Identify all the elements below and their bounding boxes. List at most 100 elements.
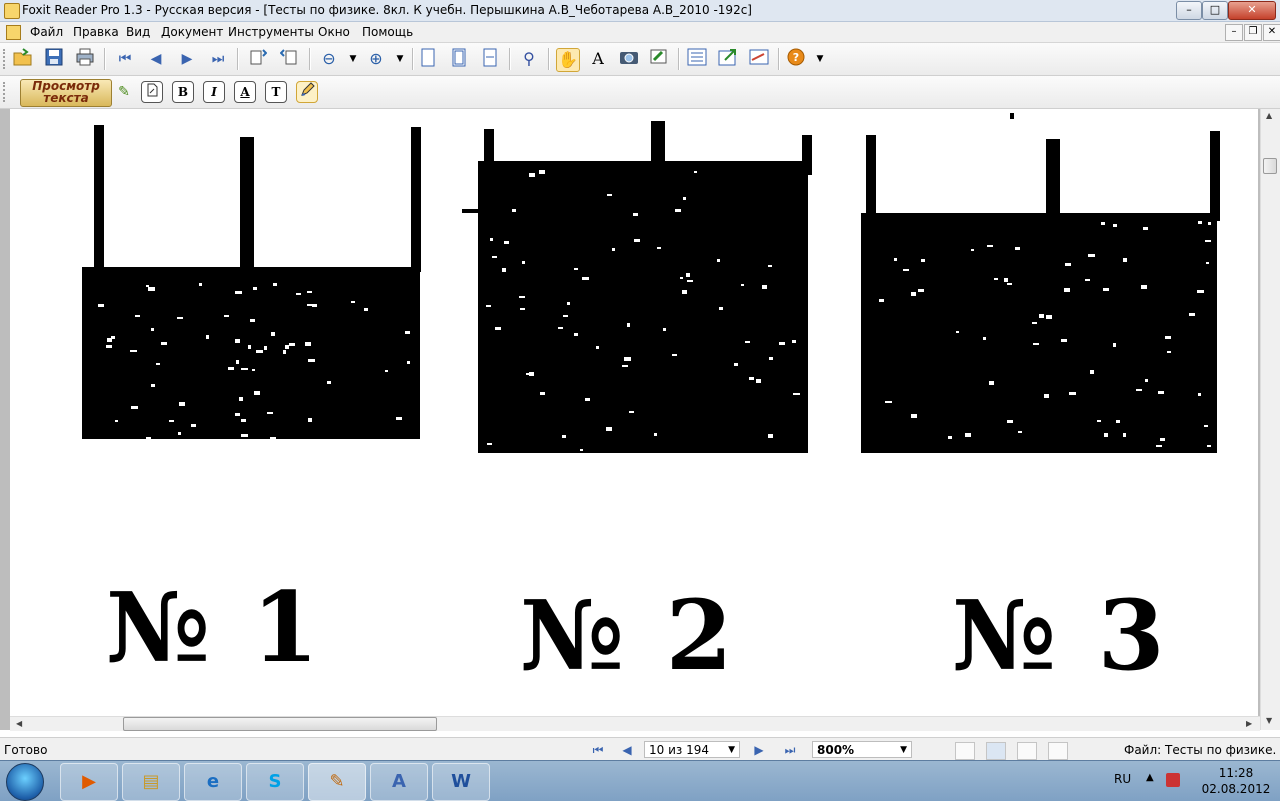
zoom-in-icon[interactable]: ⊕ bbox=[365, 48, 387, 70]
taskbar: ▶ ▤ e S ✎ A W RU ▲ 11:28 02.08.2012 bbox=[0, 760, 1280, 801]
page-number-field[interactable]: 10 из 194 ▼ bbox=[644, 741, 740, 758]
fit-width-icon[interactable] bbox=[479, 48, 501, 70]
menu-tools[interactable]: Инструменты bbox=[228, 25, 314, 39]
editor-icon[interactable]: ✎ bbox=[308, 763, 366, 801]
zoom-value: 800% bbox=[817, 743, 855, 757]
select-text-icon[interactable]: A bbox=[587, 48, 609, 70]
close-button[interactable]: ✕ bbox=[1228, 1, 1276, 20]
save-icon[interactable] bbox=[43, 48, 65, 70]
svg-text:?: ? bbox=[793, 51, 799, 64]
continuous-view-icon[interactable] bbox=[986, 742, 1006, 760]
scroll-left-icon[interactable]: ◀ bbox=[16, 719, 22, 728]
vertical-scrollbar[interactable]: ▲ ▼ bbox=[1260, 109, 1280, 730]
vertical-scroll-thumb[interactable] bbox=[1263, 158, 1277, 174]
status-first-page-icon[interactable]: ⏮ bbox=[589, 742, 607, 758]
clock-date[interactable]: 02.08.2012 bbox=[1196, 782, 1276, 796]
vessel-3 bbox=[861, 113, 1220, 453]
open-icon[interactable] bbox=[12, 48, 34, 70]
scroll-up-icon[interactable]: ▲ bbox=[1266, 111, 1272, 120]
status-text: Готово bbox=[4, 743, 48, 757]
maximize-button[interactable]: □ bbox=[1202, 1, 1228, 20]
word-icon[interactable]: W bbox=[432, 763, 490, 801]
edit-pencil-icon[interactable] bbox=[296, 81, 318, 103]
text-cursor-icon[interactable] bbox=[141, 81, 163, 103]
main-toolbar: ⏮ ◀ ▶ ⏭ ⊖ ▼ ⊕ ▼ ⚲ ✋ A ? ▼ bbox=[0, 43, 1280, 76]
menu-help[interactable]: Помощь bbox=[362, 25, 413, 39]
pin-icon[interactable]: ✎ bbox=[113, 81, 135, 103]
menu-file[interactable]: Файл bbox=[30, 25, 63, 39]
toolbar-gripper[interactable] bbox=[3, 82, 8, 102]
print-icon[interactable] bbox=[74, 48, 96, 70]
facing-view-icon[interactable] bbox=[1017, 742, 1037, 760]
fit-page-icon[interactable] bbox=[448, 48, 470, 70]
file-explorer-icon[interactable]: ▤ bbox=[122, 763, 180, 801]
hand-tool-icon[interactable]: ✋ bbox=[556, 48, 580, 72]
vessel-2 bbox=[462, 121, 812, 453]
menu-document[interactable]: Документ bbox=[161, 25, 223, 39]
clock-time[interactable]: 11:28 bbox=[1196, 766, 1276, 780]
next-page-icon[interactable]: ▶ bbox=[176, 48, 198, 70]
help-dropdown-icon[interactable]: ▼ bbox=[809, 48, 831, 70]
single-page-view-icon[interactable] bbox=[955, 742, 975, 760]
toolbar-gripper[interactable] bbox=[3, 49, 8, 69]
horizontal-scroll-thumb[interactable] bbox=[123, 717, 437, 731]
actual-size-icon[interactable] bbox=[417, 48, 439, 70]
menu-window[interactable]: Окно bbox=[318, 25, 350, 39]
doc-close-button[interactable]: ✕ bbox=[1263, 24, 1280, 41]
title-bar: Foxit Reader Pro 1.3 - Русская версия - … bbox=[0, 0, 1280, 22]
previous-view-icon[interactable] bbox=[247, 48, 269, 70]
first-page-icon[interactable]: ⏮ bbox=[114, 48, 136, 70]
toolbar-separator bbox=[778, 48, 780, 70]
toolbar-separator bbox=[309, 48, 311, 70]
export-icon[interactable] bbox=[717, 48, 739, 70]
zoom-in-dropdown-icon[interactable]: ▼ bbox=[389, 48, 411, 70]
last-page-icon[interactable]: ⏭ bbox=[207, 48, 229, 70]
document-area[interactable]: № 1 № 2 № 3 bbox=[0, 109, 1280, 730]
bookmarks-panel-icon[interactable] bbox=[686, 48, 708, 70]
text-button[interactable]: T bbox=[265, 81, 287, 103]
skype-icon[interactable]: S bbox=[246, 763, 304, 801]
label-vessel-1: № 1 bbox=[106, 571, 323, 684]
start-button[interactable] bbox=[6, 763, 44, 801]
media-player-icon[interactable]: ▶ bbox=[60, 763, 118, 801]
doc-minimize-button[interactable]: – bbox=[1225, 24, 1243, 41]
previous-page-icon[interactable]: ◀ bbox=[145, 48, 167, 70]
text-view-button[interactable]: Просмотр текста bbox=[20, 79, 112, 107]
scroll-down-icon[interactable]: ▼ bbox=[1266, 716, 1272, 725]
language-indicator[interactable]: RU bbox=[1114, 772, 1131, 786]
label-vessel-2: № 2 bbox=[520, 579, 737, 692]
text-editor-icon[interactable]: A bbox=[370, 763, 428, 801]
menu-view[interactable]: Вид bbox=[126, 25, 150, 39]
menu-edit[interactable]: Правка bbox=[73, 25, 119, 39]
next-view-icon[interactable] bbox=[278, 48, 300, 70]
bold-button[interactable]: B bbox=[172, 81, 194, 103]
internet-explorer-icon[interactable]: e bbox=[184, 763, 242, 801]
continuous-facing-view-icon[interactable] bbox=[1048, 742, 1068, 760]
minimize-button[interactable]: – bbox=[1176, 1, 1202, 20]
zoom-dropdown-icon[interactable]: ▼ bbox=[900, 742, 907, 759]
status-previous-page-icon[interactable]: ◀ bbox=[618, 742, 636, 758]
status-next-page-icon[interactable]: ▶ bbox=[750, 742, 768, 758]
vessel-1 bbox=[82, 125, 421, 439]
italic-button[interactable]: I bbox=[203, 81, 225, 103]
doc-restore-button[interactable]: ❐ bbox=[1244, 24, 1262, 41]
file-name-status: Файл: Тесты по физике. 8кл bbox=[1124, 743, 1280, 757]
snapshot-camera-icon[interactable] bbox=[618, 48, 640, 70]
page-dropdown-icon[interactable]: ▼ bbox=[728, 742, 735, 759]
help-icon[interactable]: ? bbox=[785, 48, 807, 70]
toolbar-separator bbox=[548, 48, 550, 70]
zoom-out-icon[interactable]: ⊖ bbox=[318, 48, 340, 70]
document-menu-icon[interactable] bbox=[6, 25, 21, 40]
zoom-select[interactable]: 800% ▼ bbox=[812, 741, 912, 758]
find-binoculars-icon[interactable]: ⚲ bbox=[518, 48, 540, 70]
annotation-tool-icon[interactable] bbox=[648, 48, 670, 70]
font-button[interactable]: A bbox=[234, 81, 256, 103]
zoom-out-dropdown-icon[interactable]: ▼ bbox=[342, 48, 364, 70]
action-center-flag-icon[interactable] bbox=[1166, 773, 1180, 787]
scroll-right-icon[interactable]: ▶ bbox=[1246, 719, 1252, 728]
status-last-page-icon[interactable]: ⏭ bbox=[781, 742, 799, 758]
toolbar-separator bbox=[509, 48, 511, 70]
tray-expand-icon[interactable]: ▲ bbox=[1146, 772, 1154, 783]
form-fill-icon[interactable] bbox=[748, 48, 770, 70]
pdf-page[interactable]: № 1 № 2 № 3 bbox=[10, 109, 1258, 718]
